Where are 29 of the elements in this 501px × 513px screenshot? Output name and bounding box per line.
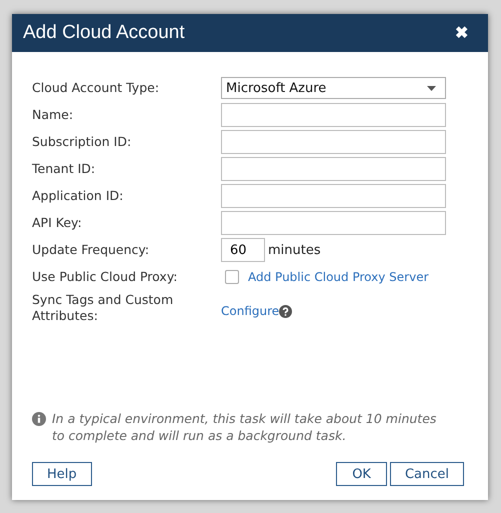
info-note: In a typical environment, this task will take about 10 minutes to complete and will run as a background task.	[52, 410, 438, 444]
unit-label: minutes	[268, 242, 321, 258]
help-icon[interactable]	[279, 304, 292, 318]
frequency-field[interactable]: 60	[221, 238, 265, 262]
account-type-dropdown[interactable]: Microsoft Azure	[221, 77, 446, 99]
input-field[interactable]	[221, 103, 446, 127]
help-button[interactable]: Help	[32, 462, 92, 486]
field-label: Sync Tags and Custom Attributes:	[32, 292, 174, 324]
configure-link[interactable]: Configure	[221, 304, 280, 318]
info-icon	[32, 412, 46, 426]
dialog-title: Add Cloud Account	[23, 22, 185, 44]
field-label: API Key:	[32, 215, 83, 231]
input-field[interactable]	[221, 157, 446, 181]
input-field[interactable]	[221, 130, 446, 154]
field-label: Application ID:	[32, 188, 124, 204]
ok-button[interactable]: OK	[336, 462, 387, 486]
input-field[interactable]	[221, 211, 446, 235]
add-proxy-link[interactable]: Add Public Cloud Proxy Server	[248, 270, 429, 284]
proxy-checkbox[interactable]	[225, 270, 239, 284]
input-field[interactable]	[221, 184, 446, 208]
field-label: Use Public Cloud Proxy:	[32, 269, 179, 285]
field-label: Tenant ID:	[32, 161, 96, 177]
field-label: Cloud Account Type:	[32, 80, 160, 96]
caret-icon	[427, 86, 436, 90]
field-label: Name:	[32, 107, 74, 123]
cancel-button[interactable]: Cancel	[390, 462, 464, 486]
field-label: Update Frequency:	[32, 242, 150, 258]
close-button[interactable]: ✖	[455, 23, 468, 43]
field-label: Subscription ID:	[32, 134, 132, 150]
